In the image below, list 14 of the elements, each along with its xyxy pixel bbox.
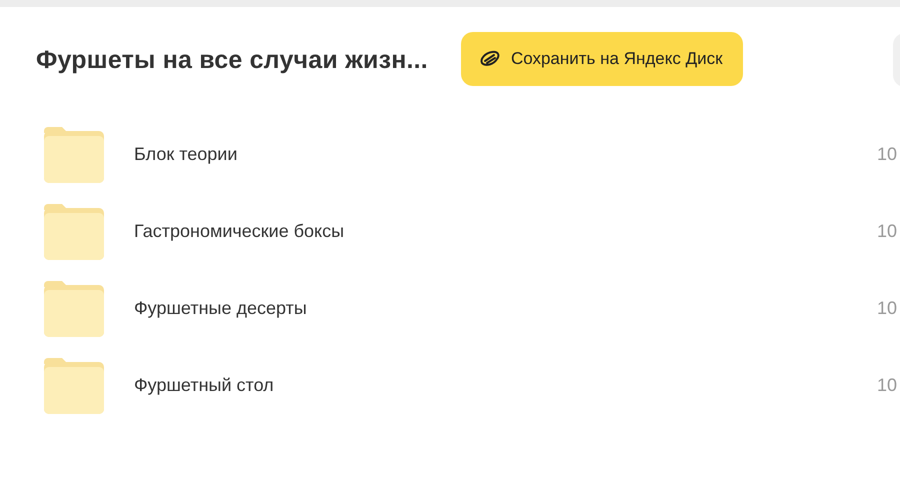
folder-icon xyxy=(44,358,104,414)
folder-icon xyxy=(44,204,104,260)
folder-icon xyxy=(44,280,104,336)
item-count: 10 xyxy=(877,144,898,165)
item-count: 10 xyxy=(877,375,898,396)
item-count: 10 xyxy=(877,221,898,242)
save-to-disk-button[interactable]: Сохранить на Яндекс Диск xyxy=(460,32,743,86)
folder-name[interactable]: Гастрономические боксы xyxy=(134,221,344,242)
folder-title: Фуршеты на все случаи жизн... xyxy=(36,46,428,75)
folder-icon xyxy=(44,126,104,182)
folder-name[interactable]: Блок теории xyxy=(134,144,238,165)
folder-name[interactable]: Фуршетный стол xyxy=(134,375,274,396)
folder-name[interactable]: Фуршетные десерты xyxy=(134,298,307,319)
item-count: 10 xyxy=(877,298,898,319)
